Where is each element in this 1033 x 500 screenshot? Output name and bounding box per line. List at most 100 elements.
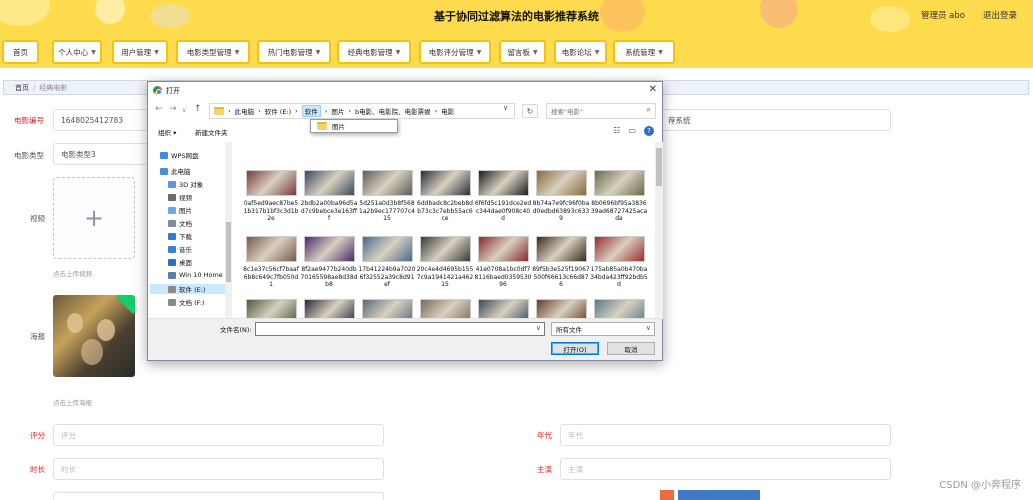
tree-item[interactable]: Win 10 Home — [168, 271, 223, 279]
file-item[interactable]: 5d251a0d3b8f5681a2b9ec177707c415 — [358, 170, 416, 230]
file-item[interactable]: 0af5ed9aec87be51b317b1bf3c3d1b2e — [242, 170, 300, 230]
file-item[interactable]: 41e0708a1bc0df78116baed035953096 — [474, 236, 532, 296]
address-segment[interactable]: 图片 — [331, 106, 344, 116]
poster-image[interactable] — [53, 295, 135, 377]
nav-movie-type-management[interactable]: 电影类型管理 ▼ — [176, 40, 250, 64]
file-item[interactable] — [474, 299, 532, 319]
nav-movie-rating-management[interactable]: 电影评分管理 ▼ — [419, 40, 491, 64]
file-item[interactable]: 6ddbadc8c2beb8db73c3c7ebb55ac6ce — [416, 170, 474, 230]
address-separator: › — [434, 107, 438, 115]
address-segment[interactable]: 电影 — [441, 106, 454, 116]
file-name: 8b0696bf95a383639ad68727425acada — [590, 200, 648, 222]
file-item[interactable]: 8b74a7e9fc96f0bad0edbd63893c6339 — [532, 170, 590, 230]
tree-item[interactable]: 3D 对象 — [168, 179, 203, 189]
dialog-titlebar[interactable]: 打开 — [148, 82, 662, 99]
file-item[interactable]: 6f6fd5c191dce2edc344dae0f908c40d — [474, 170, 532, 230]
tree-item-label: 软件 (E:) — [179, 286, 206, 294]
address-bar[interactable]: › 此电脑 › 软件 (E:) › 软件 › 图片 › b电影、电影院、电影票娱… — [209, 103, 515, 119]
open-button[interactable]: 打开(O) — [551, 342, 599, 355]
back-arrow-icon[interactable]: ← — [155, 104, 163, 114]
nav-system-management[interactable]: 系统管理 ▼ — [613, 40, 675, 64]
preview-pane-icon[interactable]: ▭ — [628, 126, 636, 136]
scrollbar-thumb[interactable] — [226, 222, 231, 282]
filename-input[interactable]: ∨ — [255, 322, 545, 336]
file-thumbnail — [478, 170, 529, 196]
nav-classic-movie-management[interactable]: 经典电影管理 ▼ — [337, 40, 411, 64]
chevron-down-icon[interactable]: ∨ — [503, 104, 508, 112]
help-icon[interactable]: ? — [644, 126, 654, 136]
address-segment[interactable]: b电影、电影院、电影票娱 — [355, 106, 431, 116]
tree-item[interactable]: 视频 — [168, 192, 192, 202]
nav-user-management[interactable]: 用户管理 ▼ — [112, 40, 168, 64]
chevron-down-icon[interactable]: ∨ — [182, 107, 186, 114]
file-thumbnail — [536, 299, 587, 319]
file-item[interactable]: 8b0696bf95a383639ad68727425acada — [590, 170, 648, 230]
nav-label: 用户管理 — [121, 47, 152, 57]
year-field[interactable]: 年代 — [560, 424, 891, 446]
file-name: 0af5ed9aec87be51b317b1bf3c3d1b2e — [243, 200, 299, 222]
file-item[interactable]: 2bdb2a00ba96d5ad7c9bebce3e163fff — [300, 170, 358, 230]
new-folder-button[interactable]: 新建文件夹 — [195, 127, 228, 137]
refresh-icon[interactable]: ↻ — [522, 104, 538, 118]
scrollbar-thumb[interactable] — [656, 148, 662, 186]
tree-item[interactable]: 此电脑 — [160, 166, 191, 176]
file-item[interactable]: 8c1e37c56cf7baaf6b8c649c7fb050d1 — [242, 236, 300, 296]
breadcrumb-home[interactable]: 首页 — [15, 83, 29, 93]
nav-message-board[interactable]: 留言板 ▼ — [499, 40, 546, 64]
file-item[interactable] — [358, 299, 416, 319]
tree-item[interactable]: 文档 (F:) — [168, 297, 205, 307]
nav-personal-center[interactable]: 个人中心 ▼ — [52, 40, 102, 64]
view-mode-icon[interactable]: ☷ — [613, 126, 620, 136]
actor-label: 主演 — [537, 465, 552, 474]
chevron-down-icon[interactable]: ∨ — [536, 324, 541, 332]
duration-field[interactable]: 时长 — [53, 458, 384, 480]
video-upload-button[interactable]: + — [53, 177, 135, 259]
address-segment[interactable]: 此电脑 — [235, 106, 255, 116]
movie-type-select[interactable]: 电影类型3 — [53, 143, 153, 165]
nav-home[interactable]: 首页 — [2, 40, 39, 64]
tree-item[interactable]: 图片 — [168, 205, 192, 215]
file-item[interactable] — [532, 299, 590, 319]
navigation-scrollbar[interactable] — [225, 142, 232, 319]
file-item[interactable] — [416, 299, 474, 319]
close-icon[interactable]: ✕ — [649, 84, 657, 95]
actor-field[interactable]: 主演 — [560, 458, 891, 480]
rating-field[interactable]: 评分 — [53, 424, 384, 446]
tree-item[interactable]: 文档 — [168, 218, 192, 228]
filetype-select[interactable]: 所有文件 ∨ — [551, 322, 655, 336]
tree-item[interactable]: WPS网盘 — [160, 150, 198, 160]
file-item[interactable] — [300, 299, 358, 319]
tree-item-label: 下载 — [179, 233, 192, 241]
folder-icon — [168, 245, 176, 253]
tree-item[interactable]: 桌面 — [168, 257, 192, 267]
address-segment[interactable]: 软件 (E:) — [265, 106, 291, 116]
nav-movie-forum[interactable]: 电影论坛 ▼ — [554, 40, 607, 64]
organize-button[interactable]: 组织 ▾ — [158, 127, 176, 137]
address-dropdown[interactable]: 图片 — [310, 119, 398, 133]
cancel-button[interactable]: 取消 — [607, 342, 655, 355]
file-thumbnail — [246, 170, 297, 196]
forward-arrow-icon[interactable]: → — [169, 104, 177, 114]
main-nav: 首页 个人中心 ▼ 用户管理 ▼ 电影类型管理 ▼ 热门电影管理 ▼ 经典电影管理 ▼ 电… — [0, 35, 1033, 68]
logout-link[interactable]: 退出登录 — [983, 9, 1017, 21]
tree-item[interactable]: 音乐 — [168, 244, 192, 254]
file-item[interactable]: 20c4e4d4695b1557c9a1941421a46215 — [416, 236, 474, 296]
file-item[interactable]: 17b41224b9a70206f32552a39c8d91ef — [358, 236, 416, 296]
search-input[interactable]: 搜索"电影" ⌕ — [546, 103, 656, 119]
file-item[interactable]: 175ab85a0b470ba34bda423ff92bdb5d — [590, 236, 648, 296]
file-item[interactable]: 8f2ae9477b240db70165598ae8d38db8 — [300, 236, 358, 296]
file-item[interactable] — [242, 299, 300, 319]
file-item[interactable] — [590, 299, 648, 319]
tree-item[interactable]: 下载 — [168, 231, 192, 241]
year-label: 年代 — [537, 431, 552, 440]
tree-item[interactable]: 软件 (E:) — [150, 284, 230, 294]
up-arrow-icon[interactable]: ↑ — [194, 104, 202, 114]
nav-hot-movie-management[interactable]: 热门电影管理 ▼ — [257, 40, 331, 64]
file-name: 6f6fd5c191dce2edc344dae0f908c40d — [474, 200, 532, 222]
next-field[interactable] — [53, 492, 384, 500]
movie-id-field[interactable]: 1648025412783 — [53, 109, 153, 131]
address-segment-active[interactable]: 软件 — [301, 105, 321, 117]
file-item[interactable]: 89f5b3e525f19067500f66613c66d876 — [532, 236, 590, 296]
file-list-scrollbar[interactable] — [655, 142, 663, 319]
movie-name-field[interactable]: 荐系统 — [660, 109, 891, 131]
